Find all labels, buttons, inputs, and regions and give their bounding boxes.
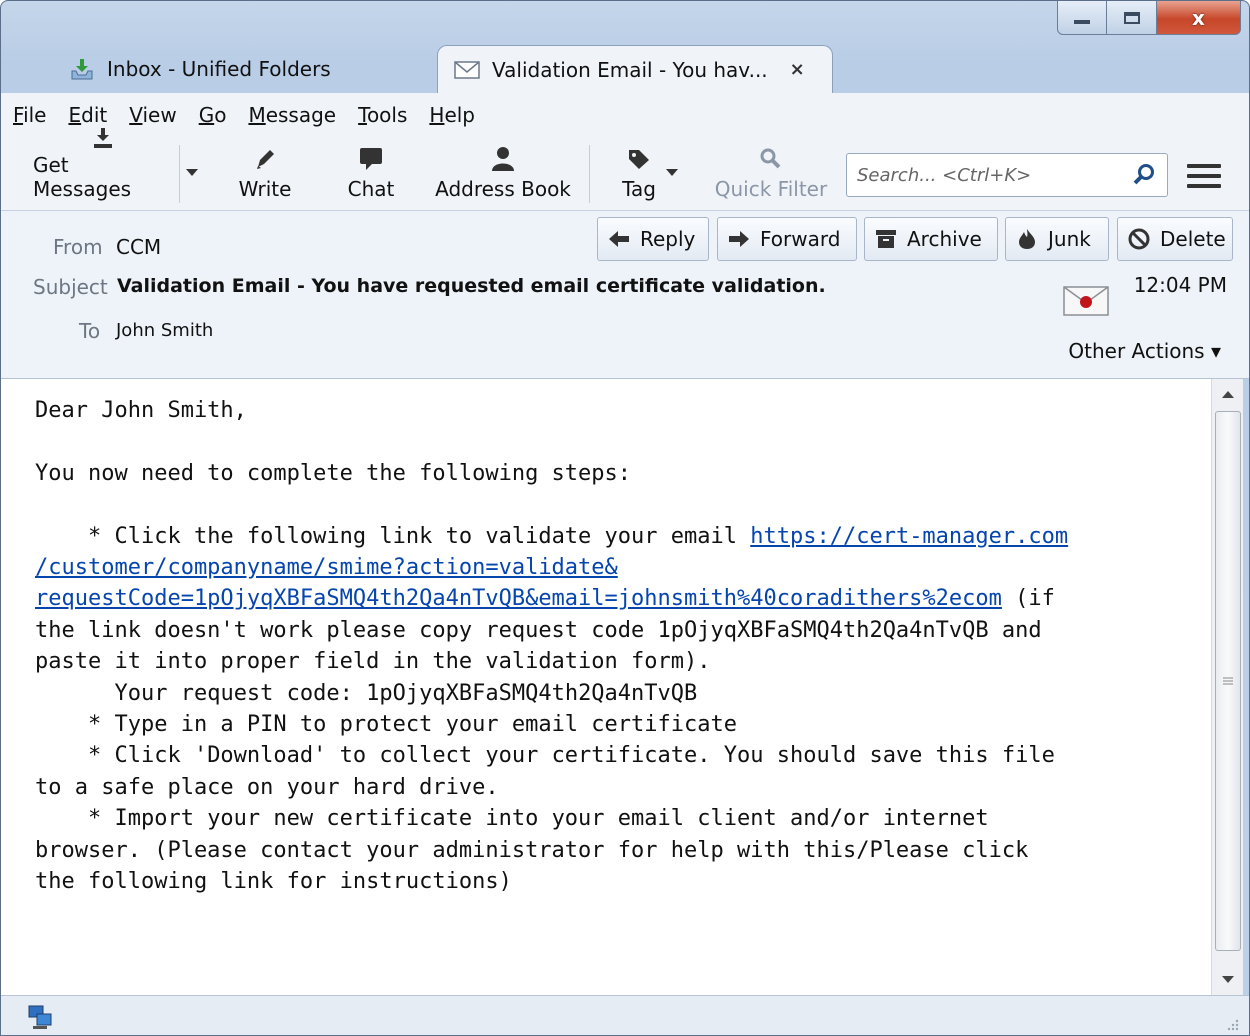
forward-label: Forward	[760, 227, 841, 251]
get-messages-button[interactable]: Get Messages	[33, 128, 173, 207]
quick-filter-button[interactable]: Quick Filter	[709, 143, 833, 207]
tab-bar: Inbox - Unified Folders Validation Email…	[1, 37, 1249, 93]
from-value[interactable]: CCM	[116, 235, 161, 259]
greeting-text: Dear John Smith,	[35, 398, 247, 423]
scroll-up-arrow-icon[interactable]	[1212, 379, 1244, 409]
delete-circle-icon	[1128, 228, 1150, 250]
signed-envelope-icon[interactable]	[1063, 283, 1109, 317]
forward-button[interactable]: Forward	[717, 217, 857, 261]
download-icon	[92, 127, 114, 149]
tab-label: Inbox - Unified Folders	[107, 57, 331, 81]
scroll-down-arrow-icon[interactable]	[1212, 965, 1244, 995]
other-actions-menu[interactable]: Other Actions ▾	[1068, 339, 1221, 363]
flame-icon	[1016, 228, 1038, 250]
menu-message[interactable]: Message	[248, 103, 336, 127]
chat-bubble-icon	[358, 145, 384, 173]
close-window-button[interactable]: x	[1157, 1, 1241, 35]
get-messages-dropdown[interactable]	[185, 163, 199, 183]
scrollbar-thumb[interactable]	[1215, 411, 1241, 951]
envelope-icon	[454, 59, 480, 81]
get-messages-label: Get Messages	[33, 153, 132, 201]
delete-label: Delete	[1160, 227, 1226, 251]
search-input[interactable]	[857, 164, 1127, 186]
tab-inbox[interactable]: Inbox - Unified Folders	[53, 45, 423, 93]
address-book-button[interactable]: Address Book	[431, 143, 575, 207]
reply-label: Reply	[640, 227, 696, 251]
toolbar-divider	[179, 145, 180, 203]
address-book-label: Address Book	[435, 177, 571, 201]
tag-icon	[627, 145, 651, 173]
tag-dropdown[interactable]	[665, 163, 679, 183]
tab-validation-email[interactable]: Validation Email - You hav... ×	[437, 45, 833, 93]
mail-window: x Inbox - Unified Folders Validation Ema…	[0, 0, 1250, 1036]
window-controls: x	[1057, 1, 1241, 37]
message-time: 12:04 PM	[1133, 273, 1227, 297]
chevron-down-icon	[666, 169, 678, 176]
tag-label: Tag	[622, 177, 656, 201]
archive-label: Archive	[907, 227, 982, 251]
person-icon	[491, 145, 515, 173]
menu-go[interactable]: Go	[199, 103, 227, 127]
menu-file[interactable]: File	[13, 103, 46, 127]
filter-magnifier-icon	[759, 145, 783, 173]
to-value[interactable]: John Smith	[116, 320, 213, 341]
to-label: To	[79, 319, 101, 343]
quick-filter-label: Quick Filter	[714, 177, 828, 201]
intro-text: You now need to complete the following s…	[35, 460, 632, 486]
pencil-icon	[254, 145, 276, 173]
step1-text: * Click the following link to validate y…	[35, 523, 751, 549]
tab-close-icon[interactable]: ×	[790, 59, 805, 80]
junk-label: Junk	[1048, 227, 1091, 251]
search-box	[846, 153, 1168, 197]
grip-lines-icon	[1223, 677, 1233, 685]
subject-label: Subject	[33, 275, 108, 299]
app-menu-hamburger-icon[interactable]	[1187, 161, 1221, 191]
archive-button[interactable]: Archive	[864, 217, 998, 261]
close-icon: x	[1192, 5, 1205, 30]
message-header: From CCM Subject Validation Email - You …	[1, 211, 1249, 379]
search-icon[interactable]	[1127, 158, 1161, 192]
chevron-down-icon	[186, 169, 198, 176]
maximize-icon	[1123, 11, 1140, 24]
tag-button[interactable]: Tag	[613, 143, 665, 207]
toolbar-divider	[589, 145, 590, 203]
forward-arrow-icon	[728, 228, 750, 250]
menu-tools[interactable]: Tools	[358, 103, 407, 127]
subject-value: Validation Email - You have requested em…	[117, 275, 826, 297]
write-label: Write	[238, 177, 292, 201]
message-body: Dear John Smith, You now need to complet…	[1, 379, 1211, 995]
minimize-button[interactable]	[1057, 1, 1107, 35]
delete-button[interactable]: Delete	[1117, 217, 1233, 261]
step4-text: * Import your new certificate into your …	[35, 806, 1029, 895]
request-code-text: Your request code: 1pOjyqXBFaSMQ4th2Qa4n…	[35, 680, 698, 706]
step3-text: * Click 'Download' to collect your certi…	[35, 743, 1055, 800]
archive-box-icon	[875, 228, 897, 250]
inbox-download-icon	[69, 58, 95, 80]
tab-label: Validation Email - You hav...	[492, 57, 768, 82]
minimize-icon	[1074, 19, 1090, 24]
write-button[interactable]: Write	[233, 143, 297, 207]
menu-bar: File Edit View Go Message Tools Help	[1, 93, 1249, 137]
status-bar	[1, 995, 1249, 1035]
online-status-icon[interactable]	[27, 1004, 53, 1030]
step2-text: * Type in a PIN to protect your email ce…	[35, 712, 737, 738]
reply-arrow-icon	[608, 228, 630, 250]
maximize-button[interactable]	[1107, 1, 1157, 35]
resize-grip-icon[interactable]	[1225, 1017, 1239, 1031]
reply-button[interactable]: Reply	[597, 217, 709, 261]
chat-label: Chat	[347, 177, 395, 201]
from-label: From	[53, 235, 103, 259]
junk-button[interactable]: Junk	[1005, 217, 1109, 261]
menu-view[interactable]: View	[129, 103, 176, 127]
menu-help[interactable]: Help	[429, 103, 475, 127]
chat-button[interactable]: Chat	[341, 143, 401, 207]
vertical-scrollbar[interactable]	[1211, 379, 1243, 995]
menu-edit[interactable]: Edit	[68, 103, 107, 127]
